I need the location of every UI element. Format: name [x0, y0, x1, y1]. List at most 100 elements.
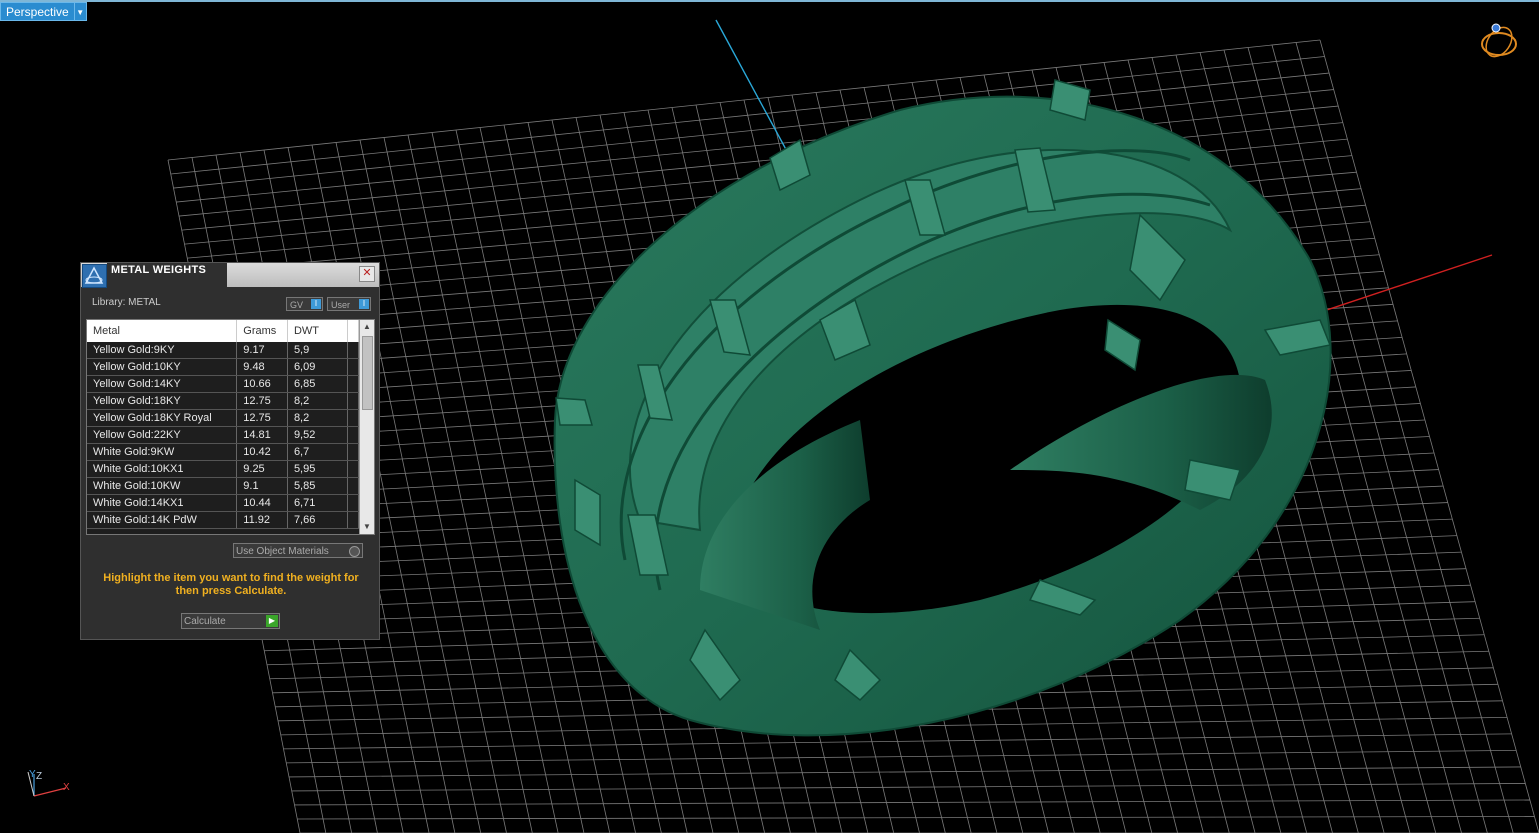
- metal-cell: Yellow Gold:9KY: [87, 342, 238, 359]
- spacer-cell: [347, 358, 359, 376]
- metal-cell: Yellow Gold:14KY: [87, 375, 238, 393]
- grams-cell: 10.66: [236, 375, 288, 393]
- dwt-cell: 6,09: [287, 358, 349, 376]
- grams-cell: 9.48: [236, 358, 288, 376]
- grid-line: [286, 749, 1517, 764]
- grams-cell: 10.44: [236, 494, 288, 512]
- calculate-label: Calculate: [184, 616, 226, 627]
- user-toggle[interactable]: User I: [327, 297, 371, 311]
- dwt-cell: 6,7: [287, 443, 349, 461]
- spacer-cell: [347, 426, 359, 444]
- ring-model[interactable]: [553, 79, 1332, 737]
- 3d-viewport[interactable]: Perspective ▼ Y Z X METAL WEIGHTS ✕ Libr…: [0, 0, 1539, 833]
- column-header-metal[interactable]: Metal: [87, 320, 238, 342]
- spacer-cell: [347, 460, 359, 478]
- table-scrollbar[interactable]: ▲ ▼: [359, 320, 374, 534]
- table-row[interactable]: White Gold:10KX1 9.25 5,95: [87, 460, 359, 478]
- axis-gizmo: Y Z X: [22, 768, 78, 802]
- library-label: Library: METAL: [92, 297, 161, 308]
- grid-line: [294, 799, 1530, 806]
- metal-table[interactable]: Metal Grams DWT Yellow Gold:9KY 9.17 5,9 Y…: [86, 319, 375, 535]
- app-logo-icon: [82, 264, 107, 288]
- scroll-down-icon[interactable]: ▼: [360, 521, 374, 533]
- dwt-cell: 7,66: [287, 511, 349, 529]
- grams-cell: 9.25: [236, 460, 288, 478]
- view-label[interactable]: Perspective: [0, 2, 75, 21]
- grams-cell: 9.1: [236, 477, 288, 495]
- metal-weights-panel[interactable]: METAL WEIGHTS ✕ Library: METAL GV I User…: [80, 262, 380, 640]
- table-row[interactable]: Yellow Gold:18KY Royal 12.75 8,2: [87, 409, 359, 427]
- view-selector[interactable]: Perspective ▼: [0, 2, 87, 21]
- dwt-cell: 6,71: [287, 494, 349, 512]
- grams-cell: 11.92: [236, 511, 288, 529]
- grams-cell: 14.81: [236, 426, 288, 444]
- metal-cell: White Gold:9KW: [87, 443, 238, 461]
- metal-cell: Yellow Gold:10KY: [87, 358, 238, 376]
- spacer-cell: [347, 392, 359, 410]
- spacer-cell: [347, 375, 359, 393]
- column-header-spacer: [347, 320, 359, 342]
- table-row[interactable]: Yellow Gold:14KY 10.66 6,85: [87, 375, 359, 393]
- grid-line: [283, 733, 1512, 750]
- radio-icon[interactable]: [349, 546, 360, 557]
- column-header-grams[interactable]: Grams: [236, 320, 288, 342]
- toggle-knob-icon: I: [311, 299, 321, 309]
- grams-cell: 9.17: [236, 342, 288, 359]
- table-row[interactable]: Yellow Gold:18KY 12.75 8,2: [87, 392, 359, 410]
- use-object-materials-option[interactable]: Use Object Materials: [233, 543, 363, 558]
- table-row[interactable]: Yellow Gold:9KY 9.17 5,9: [87, 342, 359, 359]
- spacer-cell: [347, 342, 359, 359]
- table-row[interactable]: White Gold:9KW 10.42 6,7: [87, 443, 359, 461]
- table-row[interactable]: White Gold:10KW 9.1 5,85: [87, 477, 359, 495]
- axis-label-y: Y: [29, 769, 36, 780]
- metal-cell: Yellow Gold:18KY: [87, 392, 238, 410]
- spacer-cell: [347, 409, 359, 427]
- grid-line: [291, 783, 1526, 792]
- toggle-knob-icon: I: [359, 299, 369, 309]
- metal-cell: White Gold:14K PdW: [87, 511, 238, 529]
- axis-label-z: Z: [36, 771, 43, 782]
- chevron-down-icon[interactable]: ▼: [74, 2, 87, 21]
- table-header-row: Metal Grams DWT: [87, 320, 359, 342]
- panel-title: METAL WEIGHTS: [111, 264, 207, 276]
- spacer-cell: [347, 511, 359, 529]
- user-toggle-label: User: [331, 300, 351, 310]
- table-row[interactable]: Yellow Gold:10KY 9.48 6,09: [87, 358, 359, 376]
- calculate-button[interactable]: Calculate ▶: [181, 613, 280, 629]
- dwt-cell: 8,2: [287, 409, 349, 427]
- panel-title-bar[interactable]: METAL WEIGHTS ✕: [81, 263, 379, 288]
- spacer-cell: [347, 443, 359, 461]
- grams-cell: 12.75: [236, 409, 288, 427]
- dwt-cell: 5,9: [287, 342, 349, 359]
- metal-cell: White Gold:14KX1: [87, 494, 238, 512]
- close-icon[interactable]: ✕: [359, 266, 375, 282]
- table-row[interactable]: White Gold:14K PdW 11.92 7,66: [87, 511, 359, 529]
- gv-toggle[interactable]: GV I: [286, 297, 323, 311]
- table-row[interactable]: White Gold:14KX1 10.44 6,71: [87, 494, 359, 512]
- dwt-cell: 8,2: [287, 392, 349, 410]
- dwt-cell: 6,85: [287, 375, 349, 393]
- metal-cell: Yellow Gold:18KY Royal: [87, 409, 238, 427]
- spacer-cell: [347, 477, 359, 495]
- dwt-cell: 9,52: [287, 426, 349, 444]
- use-object-materials-label: Use Object Materials: [236, 546, 329, 557]
- axis-label-x: X: [63, 782, 70, 793]
- grams-cell: 12.75: [236, 392, 288, 410]
- scroll-up-icon[interactable]: ▲: [360, 321, 374, 333]
- column-header-dwt[interactable]: DWT: [287, 320, 349, 342]
- table-row[interactable]: Yellow Gold:22KY 14.81 9,52: [87, 426, 359, 444]
- orbit-navigation-icon[interactable]: [1478, 20, 1520, 62]
- play-icon: ▶: [266, 615, 278, 627]
- metal-cell: White Gold:10KW: [87, 477, 238, 495]
- scroll-thumb[interactable]: [362, 336, 373, 410]
- grid-line: [288, 766, 1521, 778]
- grams-cell: 10.42: [236, 443, 288, 461]
- viewport-top-strip: [0, 0, 1539, 2]
- metal-cell: White Gold:10KX1: [87, 460, 238, 478]
- metal-cell: Yellow Gold:22KY: [87, 426, 238, 444]
- instruction-text: Highlight the item you want to find the …: [103, 572, 359, 597]
- dwt-cell: 5,95: [287, 460, 349, 478]
- spacer-cell: [347, 494, 359, 512]
- gv-toggle-label: GV: [290, 300, 304, 310]
- dwt-cell: 5,85: [287, 477, 349, 495]
